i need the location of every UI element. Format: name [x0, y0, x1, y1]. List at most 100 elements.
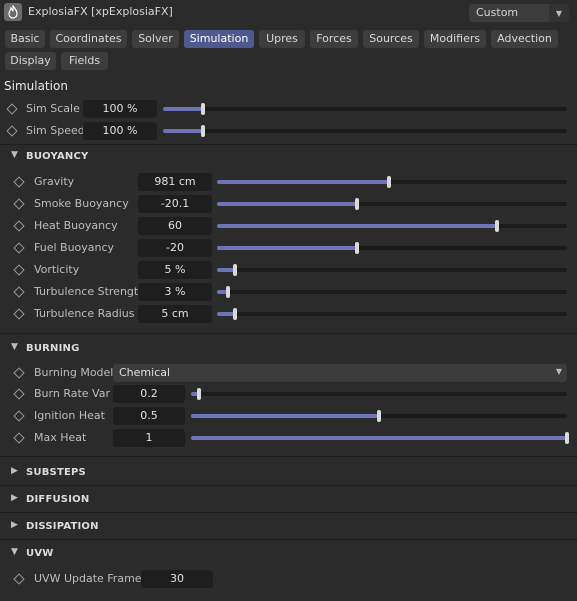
diamond-icon[interactable]: [13, 176, 25, 188]
param-row-sim-speed: Sim Speed 100 %: [0, 122, 577, 140]
slider-fill: [217, 224, 497, 228]
chevron-down-icon[interactable]: ▼: [556, 367, 562, 376]
slider-handle[interactable]: [377, 410, 381, 422]
value-field[interactable]: -20: [138, 239, 212, 257]
tab-basic[interactable]: Basic: [5, 30, 45, 48]
diamond-icon[interactable]: [13, 242, 25, 254]
diamond-icon[interactable]: [13, 220, 25, 232]
tab-sources[interactable]: Sources: [363, 30, 419, 48]
diamond-icon[interactable]: [6, 125, 18, 137]
diamond-icon[interactable]: [13, 286, 25, 298]
tab-forces[interactable]: Forces: [310, 30, 358, 48]
param-label: Burn Rate Var: [34, 387, 110, 400]
chevron-right-icon[interactable]: ▶: [11, 466, 18, 476]
param-row-sim-scale: Sim Scale 100 %: [0, 100, 577, 118]
value-slider[interactable]: [217, 176, 567, 188]
group-buoyancy[interactable]: ▼ BUOYANCY: [0, 148, 577, 166]
param-label: Vorticity: [34, 263, 80, 276]
value-slider[interactable]: [191, 410, 567, 422]
chevron-right-icon[interactable]: ▶: [11, 493, 18, 503]
value-slider[interactable]: [217, 220, 567, 232]
tab-modifiers[interactable]: Modifiers: [424, 30, 486, 48]
value-slider[interactable]: [217, 286, 567, 298]
chevron-down-icon[interactable]: ▼: [11, 547, 18, 557]
value-slider[interactable]: [191, 388, 567, 400]
slider-handle[interactable]: [232, 264, 237, 276]
slider-handle[interactable]: [565, 432, 569, 444]
value-field[interactable]: 0.2: [113, 385, 185, 403]
diamond-icon[interactable]: [13, 367, 25, 379]
value-field[interactable]: 0.5: [113, 407, 185, 425]
group-dissipation[interactable]: ▶ DISSIPATION: [0, 518, 577, 536]
slider-handle[interactable]: [201, 103, 206, 115]
slider-fill: [217, 312, 235, 316]
slider-fill: [163, 129, 204, 133]
param-row-turbulence-strength: Turbulence Strength 3 %: [0, 283, 577, 301]
value-slider[interactable]: [217, 242, 567, 254]
param-row-smoke-buoyancy: Smoke Buoyancy -20.1: [0, 195, 577, 213]
diamond-icon[interactable]: [13, 198, 25, 210]
diamond-icon[interactable]: [13, 264, 25, 276]
group-diffusion[interactable]: ▶ DIFFUSION: [0, 491, 577, 509]
burning-model-dropdown[interactable]: Chemical ▼: [113, 364, 567, 382]
preset-dropdown[interactable]: Custom ▼: [469, 4, 569, 22]
param-label: Smoke Buoyancy: [34, 197, 129, 210]
value-field[interactable]: 100 %: [83, 122, 157, 140]
diamond-icon[interactable]: [6, 103, 18, 115]
group-substeps[interactable]: ▶ SUBSTEPS: [0, 464, 577, 482]
value-slider[interactable]: [217, 264, 567, 276]
value-slider[interactable]: [217, 308, 567, 320]
group-burning[interactable]: ▼ BURNING: [0, 340, 577, 358]
value-slider[interactable]: [163, 125, 567, 137]
slider-handle[interactable]: [386, 176, 391, 188]
chevron-down-icon[interactable]: ▼: [11, 150, 18, 160]
tab-advection[interactable]: Advection: [491, 30, 558, 48]
tab-simulation[interactable]: Simulation: [184, 30, 254, 48]
param-row-max-heat: Max Heat 1: [0, 429, 577, 447]
value-field[interactable]: 100 %: [83, 100, 157, 118]
chevron-down-icon[interactable]: ▼: [11, 342, 18, 352]
value-field[interactable]: 981 cm: [138, 173, 212, 191]
tab-coordinates[interactable]: Coordinates: [50, 30, 127, 48]
value-field[interactable]: 1: [113, 429, 185, 447]
param-label: Max Heat: [34, 431, 87, 444]
value-slider[interactable]: [163, 103, 567, 115]
group-uvw[interactable]: ▼ UVW: [0, 545, 577, 563]
chevron-right-icon[interactable]: ▶: [11, 520, 18, 530]
value-slider[interactable]: [217, 198, 567, 210]
diamond-icon[interactable]: [13, 573, 25, 585]
divider: [0, 539, 577, 540]
param-label: Gravity: [34, 175, 75, 188]
slider-handle[interactable]: [495, 220, 499, 232]
tab-fields[interactable]: Fields: [61, 52, 108, 70]
divider: [0, 512, 577, 513]
param-row-fuel-buoyancy: Fuel Buoyancy -20: [0, 239, 577, 257]
slider-fill: [191, 414, 379, 418]
value-field[interactable]: 5 %: [138, 261, 212, 279]
value-field[interactable]: 5 cm: [138, 305, 212, 323]
slider-handle[interactable]: [196, 388, 201, 400]
param-row-uvw-update-frames: UVW Update Frames 30: [0, 570, 577, 588]
value-field[interactable]: 30: [141, 570, 213, 588]
param-row-turbulence-radius: Turbulence Radius 5 cm: [0, 305, 577, 323]
slider-handle[interactable]: [355, 198, 359, 210]
diamond-icon[interactable]: [13, 432, 25, 444]
value-field[interactable]: 3 %: [138, 283, 212, 301]
group-title: BUOYANCY: [26, 151, 89, 162]
tab-upres[interactable]: Upres: [259, 30, 305, 48]
diamond-icon[interactable]: [13, 410, 25, 422]
dropdown-value: Chemical: [119, 366, 171, 379]
diamond-icon[interactable]: [13, 388, 25, 400]
slider-handle[interactable]: [355, 242, 359, 254]
slider-handle[interactable]: [201, 125, 206, 137]
value-slider[interactable]: [191, 432, 569, 444]
diamond-icon[interactable]: [13, 308, 25, 320]
tab-display[interactable]: Display: [5, 52, 56, 70]
value-field[interactable]: 60: [138, 217, 212, 235]
param-row-ignition-heat: Ignition Heat 0.5: [0, 407, 577, 425]
chevron-down-icon[interactable]: ▼: [549, 4, 569, 22]
tab-solver[interactable]: Solver: [132, 30, 179, 48]
slider-handle[interactable]: [225, 286, 230, 298]
value-field[interactable]: -20.1: [138, 195, 212, 213]
slider-handle[interactable]: [232, 308, 237, 320]
